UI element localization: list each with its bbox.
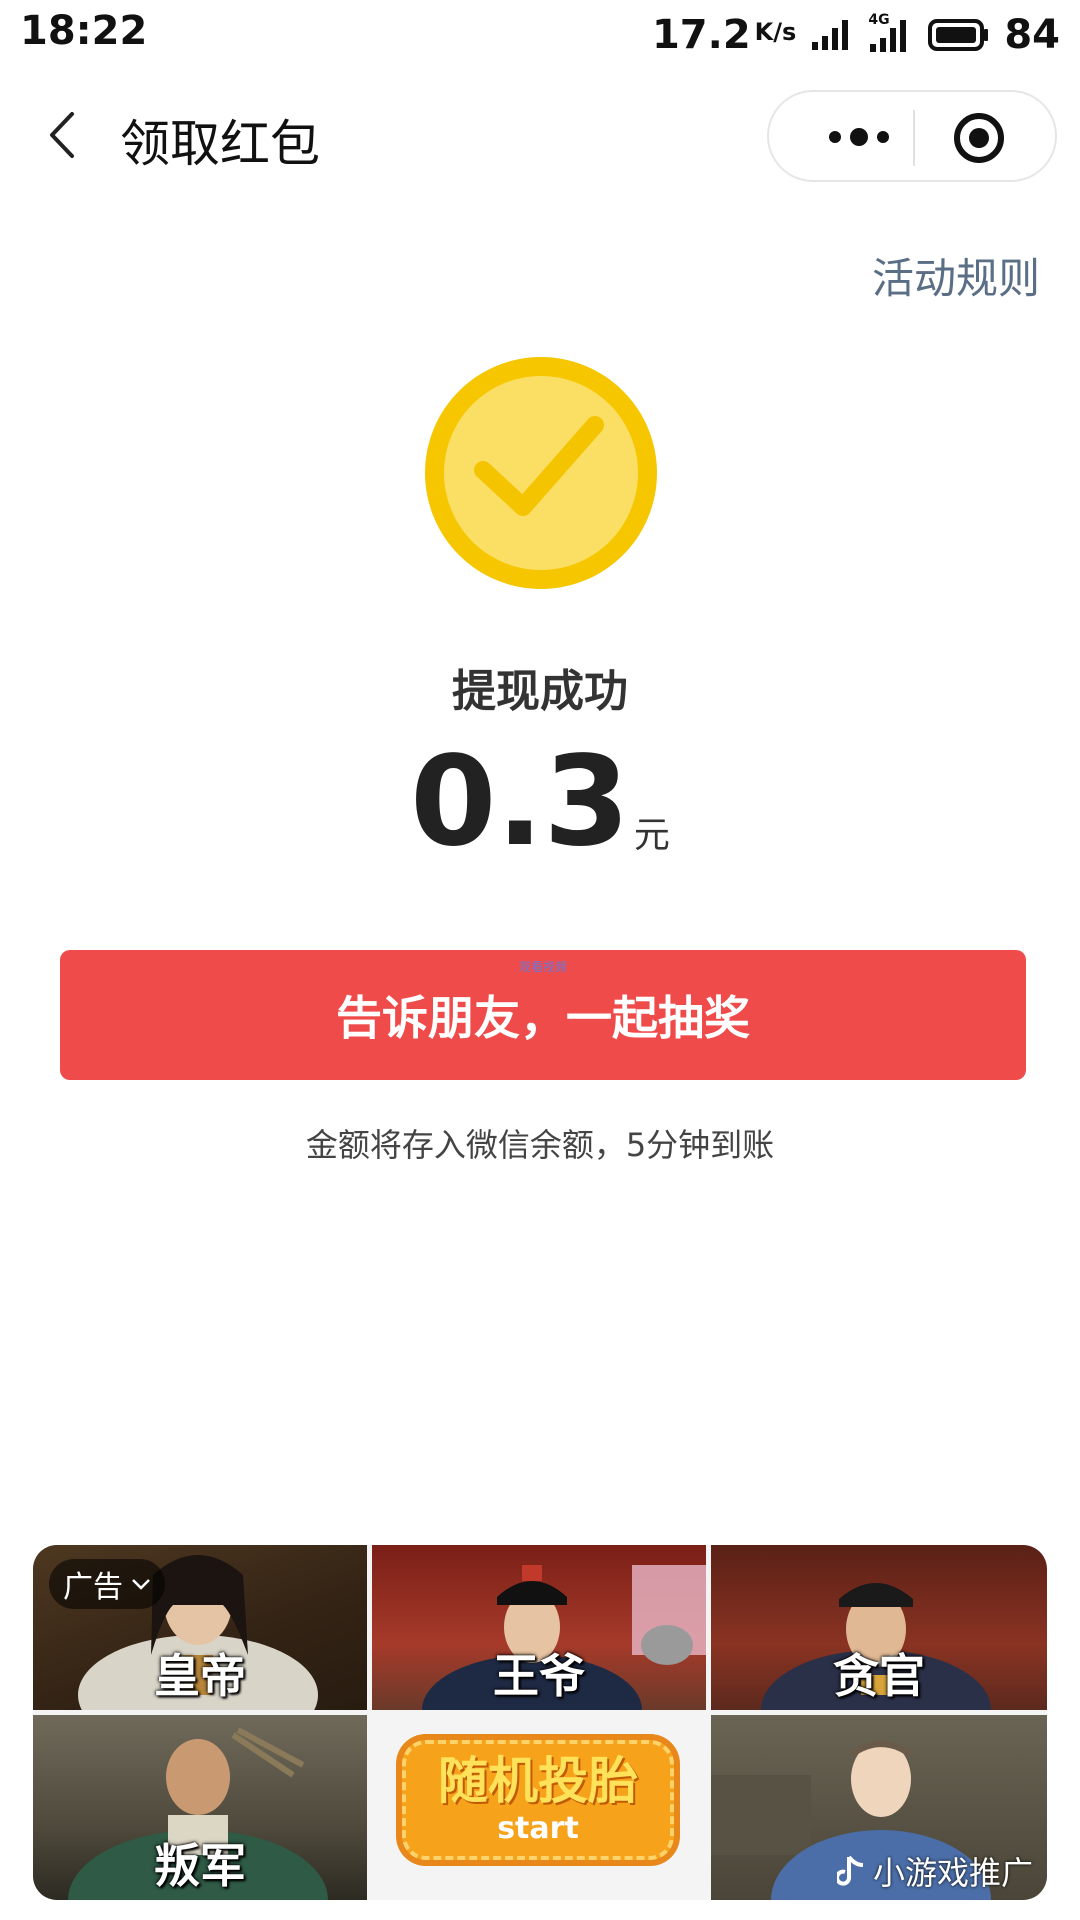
battery-icon xyxy=(928,19,989,51)
status-indicators: 17.2 K/s 4G 84 xyxy=(652,8,1060,62)
cell-signal-icon xyxy=(870,20,907,52)
ad-tile-random-rebirth[interactable]: 随机投胎 start xyxy=(372,1715,706,1900)
music-note-icon xyxy=(836,1855,864,1886)
net-speed: 17.2 K/s xyxy=(652,12,796,58)
button-watermark: 观看视频 xyxy=(518,960,567,974)
back-arrow-icon[interactable] xyxy=(40,110,90,160)
share-button-label: 告诉朋友，一起抽奖 xyxy=(336,991,750,1045)
amount-display: 0.3 元 xyxy=(0,740,1080,864)
cell-signal: 4G xyxy=(868,12,914,54)
more-dots-icon[interactable] xyxy=(809,112,909,162)
ad-tile-rebel[interactable]: 叛军 xyxy=(33,1715,367,1900)
promo-text: 小游戏推广 xyxy=(872,1854,1033,1892)
start-sub: start xyxy=(497,1811,579,1846)
withdraw-status: 提现成功 xyxy=(452,666,628,717)
net-speed-unit: K/s xyxy=(754,18,797,46)
ad-tile-prince[interactable]: 王爷 xyxy=(372,1545,706,1710)
tile-label: 贪官 xyxy=(833,1649,925,1703)
net-speed-value: 17.2 xyxy=(651,12,751,58)
page-title: 领取红包 xyxy=(120,115,320,173)
navigation-bar: 领取红包 xyxy=(0,80,1080,190)
close-miniprogram-icon[interactable] xyxy=(949,108,1009,168)
mini-program-capsule xyxy=(767,90,1057,182)
tile-label: 王爷 xyxy=(493,1649,585,1703)
wifi-signal-icon xyxy=(812,20,849,50)
amount-value: 0.3 xyxy=(410,730,630,874)
ad-tag[interactable]: 广告 xyxy=(49,1559,165,1609)
status-time: 18:22 xyxy=(20,8,148,54)
tile-label: 皇帝 xyxy=(154,1649,246,1703)
chevron-down-icon xyxy=(132,1579,150,1590)
share-lottery-button[interactable]: 观看视频 告诉朋友，一起抽奖 xyxy=(60,950,1026,1080)
ad-tag-label: 广告 xyxy=(63,1570,123,1605)
amount-unit: 元 xyxy=(633,815,670,856)
start-title: 随机投胎 xyxy=(438,1752,638,1810)
ad-tile-young-man[interactable]: 小游戏推广 xyxy=(711,1715,1047,1900)
activity-rules-link[interactable]: 活动规则 xyxy=(872,245,1040,306)
tile-label: 叛军 xyxy=(154,1839,246,1893)
ad-tile-emperor[interactable]: 广告 皇帝 xyxy=(33,1545,367,1710)
status-bar: 18:22 17.2 K/s 4G 84 xyxy=(0,0,1080,70)
mini-game-promo-label: 小游戏推广 xyxy=(836,1848,1033,1894)
capsule-divider xyxy=(913,110,915,166)
battery-level: 84 xyxy=(1004,12,1060,58)
random-rebirth-start-button[interactable]: 随机投胎 start xyxy=(402,1740,674,1860)
game-ad-banner[interactable]: 广告 皇帝 王爷 贪官 叛军 随机投胎 start 小游戏推广 xyxy=(33,1545,1047,1900)
success-check-icon xyxy=(425,357,657,589)
balance-note: 金额将存入微信余额，5分钟到账 xyxy=(305,1126,775,1164)
ad-tile-official[interactable]: 贪官 xyxy=(711,1545,1047,1710)
